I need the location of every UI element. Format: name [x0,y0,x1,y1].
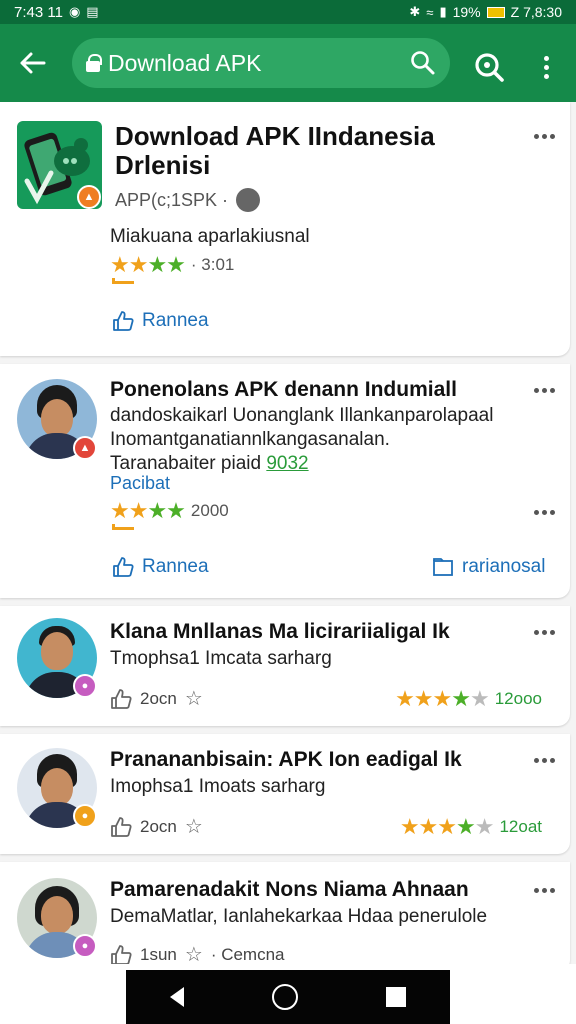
star-rating-icon: ★★★★ [110,252,186,277]
status-clock: Z 7,8:30 [510,4,562,20]
lock-icon [86,54,102,72]
thumbs-up-icon [113,557,134,577]
review-text-line: Inomantganatiannlkangasanalan. [110,429,390,450]
like-button[interactable]: Rannea [112,310,209,332]
folder-icon [433,558,453,576]
review-actions: 2ocn ☆ [110,686,203,711]
star-rating-icon: ★★★★ [110,498,186,523]
review-rating: ★★★★ 2000 [110,498,229,524]
review-rating-label: 12oat [499,817,542,836]
thumbs-up-icon[interactable] [110,816,132,838]
app-icon[interactable]: ▲ [17,121,102,209]
like-button[interactable]: Rannea [112,556,209,578]
search-query-text: Download APK [108,49,262,76]
arrow-left-icon [20,52,46,74]
star-outline-icon[interactable]: ☆ [185,942,203,964]
app-card[interactable]: ▲ Download APK IIndanesia Drlenisi APP(c… [0,102,570,356]
thumbs-up-icon [113,311,134,331]
thumbs-up-icon[interactable] [110,688,132,710]
folder-button[interactable]: rarianosal [432,556,545,578]
like-label: Rannea [142,310,209,331]
app-badge-icon: ▲ [77,185,101,209]
review-card[interactable]: ● Klana Mnllanas Ma licirariialigal Ik T… [0,606,570,726]
like-count: 2ocn [140,816,177,836]
review-card[interactable]: ● Pamarenadakit Nons Niama Ahnaan DemaMa… [0,862,570,964]
review-actions: 1sun ☆ · Cemcna [110,942,285,964]
review-rating-more-button[interactable] [534,510,555,515]
avatar-badge-icon: ● [73,804,97,828]
review-rating-label: 2000 [190,501,229,520]
avatar-badge-icon: ▲ [73,436,97,460]
wifi-icon: ≈ [426,4,434,20]
review-text-line: DemaMatlar, Ianlahekarkaa Hdaa penerulol… [110,906,488,927]
review-rating: ★★★★★ 12oat [400,814,542,840]
status-bar: 7:43 11 ◉ ▤ ✱ ≈ ▮ 19% Z 7,8:30 [0,0,576,24]
star-rating-icon: ★★★★★ [399,814,495,839]
app-rating: ★★★★ · 3:01 [110,252,234,278]
search-input[interactable]: Download APK [72,38,450,88]
review-title: Pamarenadakit Nons Niama Ahnaan [110,878,469,901]
search-icon[interactable] [410,50,436,76]
review-title: Klana Mnllanas Ma licirariialigal Ik [110,620,450,643]
review-tag[interactable]: Pacibat [110,473,170,494]
review-more-button[interactable] [534,758,555,763]
review-rating-label: 12ooo [494,689,542,708]
review-extra: · Cemcna [210,944,285,964]
bluetooth-icon: ✱ [409,4,421,19]
review-link[interactable]: 9032 [266,453,308,474]
review-text-line: dandoskaikarl Uonanglank Illankanparolap… [110,405,494,426]
app-title: Download APK IIndanesia Drlenisi [115,121,435,180]
review-card[interactable]: ▲ Ponenolans APK denann Indumiall dandos… [0,364,570,598]
signal-icon: ▮ [439,4,447,19]
rank-indicator-icon [112,524,134,530]
app-rating-label: · 3:01 [190,255,235,274]
back-button[interactable] [0,24,64,102]
review-rating: ★★★★★ 12ooo [395,686,542,712]
star-outline-icon[interactable]: ☆ [185,814,203,839]
review-title: Ponenolans APK denann Indumiall [110,378,457,401]
app-description: Miakuana aparlakiusnal [110,226,310,247]
review-more-button[interactable] [534,888,555,893]
like-label: Rannea [142,556,209,577]
battery-icon [486,6,505,18]
globe-icon [236,188,261,212]
results-list[interactable]: ▲ Download APK IIndanesia Drlenisi APP(c… [0,102,576,964]
nav-recents-icon[interactable] [386,987,406,1007]
system-nav-bar [126,970,450,1024]
star-rating-icon: ★★★★★ [395,686,490,711]
review-actions: 2ocn ☆ [110,814,203,839]
review-text-line: Tmophsa1 Imcata sarharg [110,648,332,669]
review-more-button[interactable] [534,630,555,635]
review-text-line: Imophsa1 Imoats sarharg [110,776,326,797]
app-meta-text: APP(c;1SPK · [115,189,229,210]
overflow-menu-button[interactable] [534,50,558,84]
review-text-line: Taranabaiter piaid 9032 [110,453,309,475]
review-title: Pranananbisain: APK Ion eadigal Ik [110,748,462,771]
notification-icon: ◉ [68,4,81,19]
folder-label: rarianosal [462,556,546,577]
avatar-badge-icon: ● [73,674,97,698]
like-count: 2ocn [140,688,177,708]
status-time: 7:43 11 [14,3,63,21]
more-vert-icon [543,55,549,61]
battery-percent: 19% [452,4,481,20]
avatar-badge-icon: ● [73,934,97,958]
lens-search-icon[interactable] [472,50,506,84]
card-more-button[interactable] [534,134,555,139]
app-toolbar: Download APK [0,24,576,102]
app-meta: APP(c;1SPK · [115,188,261,212]
star-outline-icon[interactable]: ☆ [185,686,203,711]
nav-back-icon[interactable] [170,987,184,1007]
nav-home-icon[interactable] [272,984,298,1010]
review-more-button[interactable] [534,388,555,393]
review-card[interactable]: ● Pranananbisain: APK Ion eadigal Ik Imo… [0,734,570,854]
rank-indicator-icon [112,278,134,284]
thumbs-up-icon[interactable] [110,944,132,965]
image-icon: ▤ [86,4,99,19]
like-count: 1sun [140,944,177,964]
review-text-prefix: Taranabaiter piaid [110,453,262,474]
